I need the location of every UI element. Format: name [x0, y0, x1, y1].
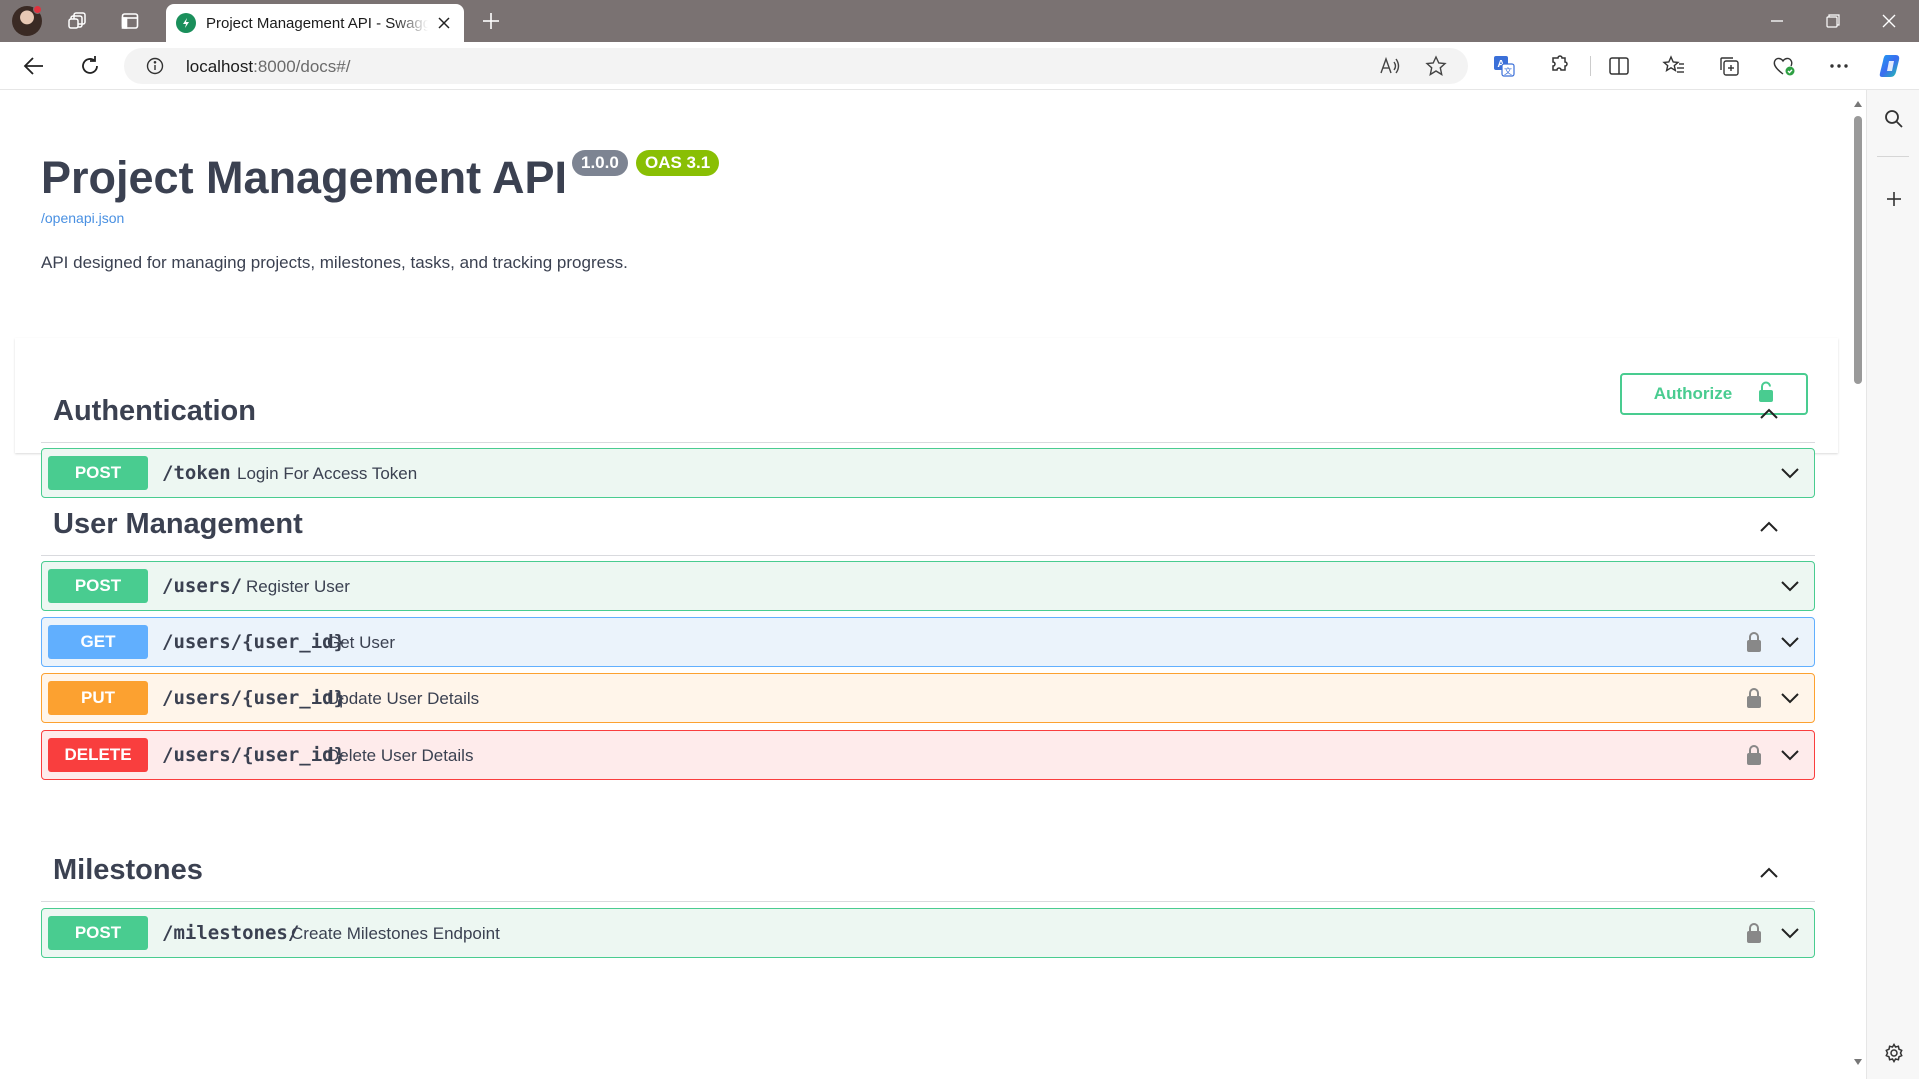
operation-summary: Create Milestones Endpoint	[291, 924, 500, 943]
sidebar-divider	[1877, 156, 1909, 157]
more-options-icon[interactable]	[1825, 52, 1853, 80]
browser-essentials-icon[interactable]	[1770, 52, 1798, 80]
workspaces-icon[interactable]	[66, 10, 90, 32]
chevron-down-icon[interactable]	[1776, 743, 1804, 767]
minimize-window-icon[interactable]	[1747, 0, 1807, 42]
api-title: Project Management API	[41, 152, 567, 203]
edge-sidebar	[1866, 90, 1919, 1079]
chevron-up-icon[interactable]	[1754, 858, 1784, 888]
operation-delete-user[interactable]: DELETE /users/{user_id} Delete User Deta…	[41, 730, 1815, 780]
version-badge: 1.0.0	[572, 150, 628, 176]
address-toolbar: localhost:8000/docs#/ A文	[0, 42, 1919, 90]
chevron-down-icon[interactable]	[1776, 461, 1804, 485]
chevron-down-icon[interactable]	[1776, 921, 1804, 945]
close-window-icon[interactable]	[1859, 0, 1919, 42]
sidebar-settings-gear-icon[interactable]	[1881, 1040, 1907, 1066]
search-icon[interactable]	[1881, 106, 1907, 132]
operation-get-user[interactable]: GET /users/{user_id} Get User	[41, 617, 1815, 667]
padlock-icon[interactable]	[1743, 743, 1765, 767]
tag-milestones[interactable]: Milestones	[41, 844, 1815, 902]
method-badge: POST	[48, 456, 148, 490]
operation-summary: Update User Details	[327, 689, 480, 708]
api-description: API designed for managing projects, mile…	[41, 253, 628, 272]
notification-dot	[33, 5, 42, 14]
new-tab-plus-icon[interactable]	[478, 8, 504, 34]
url-text[interactable]: localhost:8000/docs#/	[186, 57, 350, 77]
tag-title: User Management	[53, 508, 303, 540]
browser-tab-strip: Project Management API - Swagger UI	[0, 0, 1919, 42]
chevron-down-icon[interactable]	[1776, 574, 1804, 598]
translate-icon[interactable]: A文	[1490, 52, 1518, 80]
address-bar[interactable]: localhost:8000/docs#/	[124, 48, 1468, 84]
operation-summary: Delete User Details	[327, 746, 474, 765]
method-badge: GET	[48, 625, 148, 659]
svg-text:文: 文	[1504, 66, 1512, 76]
chevron-up-icon[interactable]	[1754, 399, 1784, 429]
method-badge: DELETE	[48, 738, 148, 772]
oas-badge: OAS 3.1	[636, 150, 720, 176]
chevron-down-icon[interactable]	[1776, 686, 1804, 710]
swagger-favicon-icon	[176, 13, 196, 33]
method-badge: POST	[48, 569, 148, 603]
read-aloud-icon[interactable]	[1376, 52, 1404, 80]
page-viewport: Project Management API 1.0.0 OAS 3.1 /op…	[4, 90, 1850, 1079]
operation-put-user[interactable]: PUT /users/{user_id} Update User Details	[41, 673, 1815, 723]
padlock-icon[interactable]	[1743, 686, 1765, 710]
restore-window-icon[interactable]	[1803, 0, 1863, 42]
padlock-icon[interactable]	[1743, 630, 1765, 654]
collections-icon[interactable]	[1715, 52, 1743, 80]
scroll-down-arrow-icon[interactable]	[1852, 1056, 1864, 1068]
page-scrollbar[interactable]	[1850, 90, 1866, 1079]
operation-post-token[interactable]: POST /token Login For Access Token	[41, 448, 1815, 498]
chevron-down-icon[interactable]	[1776, 630, 1804, 654]
split-screen-icon[interactable]	[1605, 52, 1633, 80]
scrollbar-thumb[interactable]	[1854, 116, 1862, 384]
toolbar-divider	[1590, 56, 1591, 76]
site-info-icon[interactable]	[146, 57, 164, 75]
chevron-up-icon[interactable]	[1754, 512, 1784, 542]
operation-path: /users/	[162, 575, 243, 597]
extensions-puzzle-icon[interactable]	[1545, 52, 1573, 80]
favorites-list-icon[interactable]	[1660, 52, 1688, 80]
openapi-spec-link[interactable]: /openapi.json	[41, 210, 124, 226]
add-sidebar-app-plus-icon[interactable]	[1881, 186, 1907, 212]
method-badge: PUT	[48, 681, 148, 715]
operation-summary: Login For Access Token	[237, 464, 418, 483]
method-badge: POST	[48, 916, 148, 950]
close-tab-icon[interactable]	[434, 13, 454, 33]
operation-post-users[interactable]: POST /users/ Register User	[41, 561, 1815, 611]
operation-post-milestones[interactable]: POST /milestones/ Create Milestones Endp…	[41, 908, 1815, 958]
tag-authentication[interactable]: Authentication	[41, 385, 1815, 443]
url-path: :8000/docs#/	[253, 57, 351, 76]
operation-path: /users/{user_id}	[162, 687, 346, 709]
tab-title: Project Management API - Swagger UI	[206, 14, 428, 32]
copilot-icon[interactable]	[1877, 52, 1905, 80]
operation-path: /token	[162, 462, 231, 484]
tag-title: Milestones	[53, 854, 203, 886]
scroll-up-arrow-icon[interactable]	[1852, 98, 1864, 110]
active-tab[interactable]: Project Management API - Swagger UI	[166, 4, 464, 42]
operation-summary: Get User	[327, 633, 396, 652]
operation-summary: Register User	[246, 577, 350, 596]
tag-user-management[interactable]: User Management	[41, 498, 1815, 556]
operation-path: /milestones/	[162, 922, 300, 944]
padlock-icon[interactable]	[1743, 921, 1765, 945]
refresh-icon[interactable]	[74, 50, 106, 82]
back-arrow-icon[interactable]	[18, 50, 50, 82]
tag-title: Authentication	[53, 395, 256, 427]
operation-path: /users/{user_id}	[162, 744, 346, 766]
tab-actions-icon[interactable]	[118, 10, 142, 32]
favorite-star-icon[interactable]	[1422, 52, 1450, 80]
operation-path: /users/{user_id}	[162, 631, 346, 653]
url-host: localhost	[186, 57, 254, 76]
